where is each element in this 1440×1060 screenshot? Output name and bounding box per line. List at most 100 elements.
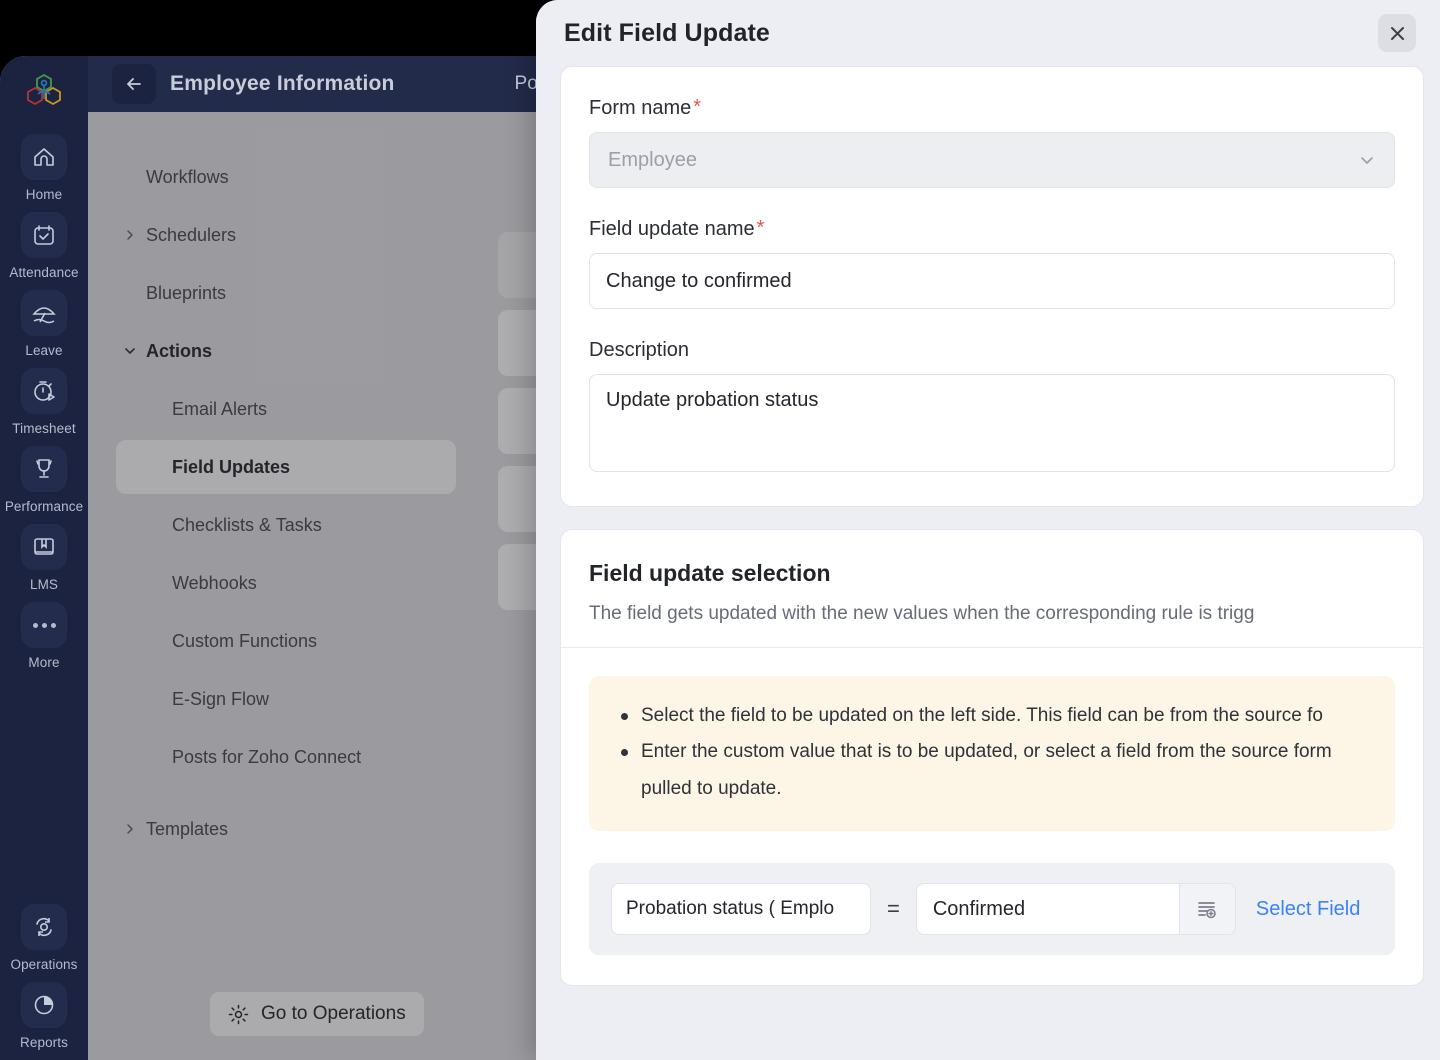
screen-root: Home Attendance Leave Timesheet	[0, 0, 1440, 1060]
info-notice-item: Select the field to be updated on the le…	[615, 698, 1369, 734]
nav-item-field-updates[interactable]: Field Updates	[88, 438, 540, 496]
secondary-nav: Workflows Schedulers Blueprints Actions …	[88, 112, 540, 1060]
required-asterisk: *	[693, 97, 701, 117]
required-asterisk: *	[757, 218, 765, 238]
field-update-name-input[interactable]: Change to confirmed	[589, 253, 1395, 309]
nav-item-email-alerts[interactable]: Email Alerts	[88, 380, 540, 438]
nav-item-label: Checklists & Tasks	[172, 515, 322, 536]
ellipsis-icon	[21, 602, 67, 648]
nav-item-checklists-tasks[interactable]: Checklists & Tasks	[88, 496, 540, 554]
equals-operator: =	[887, 896, 900, 922]
sidebar-item-operations[interactable]: Operations	[8, 904, 80, 972]
insert-merge-field-icon[interactable]	[1179, 884, 1235, 934]
gear-icon	[228, 1004, 249, 1025]
sidebar-item-label: More	[28, 655, 59, 670]
select-field-link[interactable]: Select Field	[1256, 898, 1361, 921]
sidebar-item-label: LMS	[30, 577, 58, 592]
description-label: Description	[589, 339, 1395, 362]
nav-item-templates[interactable]: Templates	[88, 800, 540, 858]
nav-item-label: Actions	[146, 341, 212, 362]
field-update-selection-title: Field update selection	[589, 560, 1395, 587]
sidebar-item-performance[interactable]: Performance	[8, 446, 80, 514]
nav-item-label: Custom Functions	[172, 631, 317, 652]
arrow-left-icon[interactable]	[112, 64, 156, 104]
modal-title: Edit Field Update	[564, 19, 770, 48]
sidebar-item-attendance[interactable]: Attendance	[8, 212, 80, 280]
edit-field-update-modal: Edit Field Update Form name * Employee	[536, 0, 1440, 1060]
operations-cycle-icon	[21, 904, 67, 950]
nav-item-e-sign-flow[interactable]: E-Sign Flow	[88, 670, 540, 728]
description-textarea[interactable]: Update probation status	[589, 374, 1395, 472]
zoho-people-logo[interactable]	[20, 68, 68, 116]
trophy-icon	[21, 446, 67, 492]
go-to-operations-button[interactable]: Go to Operations	[210, 992, 424, 1036]
sidebar-item-label: Performance	[5, 499, 83, 514]
field-spacer	[589, 188, 1395, 218]
sidebar-item-label: Attendance	[9, 265, 78, 280]
sidebar-item-lms[interactable]: LMS	[8, 524, 80, 592]
nav-gap	[88, 786, 540, 800]
field-update-row: Probation status ( Emplo = Confirmed	[589, 863, 1395, 955]
nav-item-label: Field Updates	[172, 457, 290, 478]
modal-body: Form name * Employee Field update name *…	[536, 66, 1440, 1060]
nav-item-label: Webhooks	[172, 573, 257, 594]
form-name-label: Form name *	[589, 97, 1395, 120]
nav-item-label: Workflows	[146, 167, 229, 188]
go-to-operations-label: Go to Operations	[261, 1003, 406, 1025]
sidebar-item-leave[interactable]: Leave	[8, 290, 80, 358]
info-notice: Select the field to be updated on the le…	[589, 676, 1395, 831]
page-title: Employee Information	[170, 72, 395, 96]
nav-item-label: E-Sign Flow	[172, 689, 269, 710]
home-icon	[21, 134, 67, 180]
form-name-value: Employee	[608, 149, 697, 172]
primary-nav-rail: Home Attendance Leave Timesheet	[0, 56, 88, 1060]
field-update-name-label-text: Field update name	[589, 218, 755, 241]
nav-item-label: Posts for Zoho Connect	[172, 747, 361, 768]
timer-play-icon	[21, 368, 67, 414]
chevron-right-icon	[124, 823, 136, 835]
book-icon	[21, 524, 67, 570]
field-update-selection-header: Field update selection The field gets up…	[561, 530, 1423, 648]
nav-item-blueprints[interactable]: Blueprints	[88, 264, 540, 322]
sidebar-item-label: Leave	[25, 343, 62, 358]
nav-item-label: Email Alerts	[172, 399, 267, 420]
nav-item-custom-functions[interactable]: Custom Functions	[88, 612, 540, 670]
basic-details-card: Form name * Employee Field update name *…	[560, 66, 1424, 507]
umbrella-beach-icon	[21, 290, 67, 336]
chevron-right-icon	[124, 229, 136, 241]
sidebar-item-label: Home	[26, 187, 62, 202]
form-name-select[interactable]: Employee	[589, 132, 1395, 188]
nav-item-posts-for-zoho-connect[interactable]: Posts for Zoho Connect	[88, 728, 540, 786]
new-value-input[interactable]: Confirmed	[917, 884, 1179, 934]
info-notice-list: Select the field to be updated on the le…	[615, 698, 1369, 807]
field-update-selection-card: Field update selection The field gets up…	[560, 529, 1424, 986]
sidebar-item-label: Operations	[10, 957, 77, 972]
nav-item-actions[interactable]: Actions	[88, 322, 540, 380]
nav-item-label: Templates	[146, 819, 228, 840]
nav-item-workflows[interactable]: Workflows	[88, 148, 540, 206]
field-update-selection-subtitle: The field gets updated with the new valu…	[589, 603, 1395, 625]
sidebar-item-home[interactable]: Home	[8, 134, 80, 202]
info-notice-item: Enter the custom value that is to be upd…	[615, 734, 1369, 807]
nav-item-label: Schedulers	[146, 225, 236, 246]
sidebar-item-label: Reports	[20, 1035, 68, 1050]
modal-header: Edit Field Update	[536, 0, 1440, 66]
target-field-select[interactable]: Probation status ( Emplo	[611, 883, 871, 935]
nav-item-label: Blueprints	[146, 283, 226, 304]
chevron-down-icon	[1358, 151, 1376, 169]
pie-chart-icon	[21, 982, 67, 1028]
nav-item-webhooks[interactable]: Webhooks	[88, 554, 540, 612]
nav-item-schedulers[interactable]: Schedulers	[88, 206, 540, 264]
field-spacer	[589, 309, 1395, 339]
sidebar-item-reports[interactable]: Reports	[8, 982, 80, 1050]
sidebar-item-timesheet[interactable]: Timesheet	[8, 368, 80, 436]
field-update-name-label: Field update name *	[589, 218, 1395, 241]
close-icon[interactable]	[1378, 14, 1416, 52]
field-update-selection-body: Select the field to be updated on the le…	[561, 648, 1423, 985]
form-name-label-text: Form name	[589, 97, 691, 120]
description-label-text: Description	[589, 339, 689, 362]
calendar-check-icon	[21, 212, 67, 258]
sidebar-item-more[interactable]: More	[8, 602, 80, 670]
new-value-control: Confirmed	[916, 883, 1236, 935]
chevron-down-icon	[124, 345, 136, 357]
